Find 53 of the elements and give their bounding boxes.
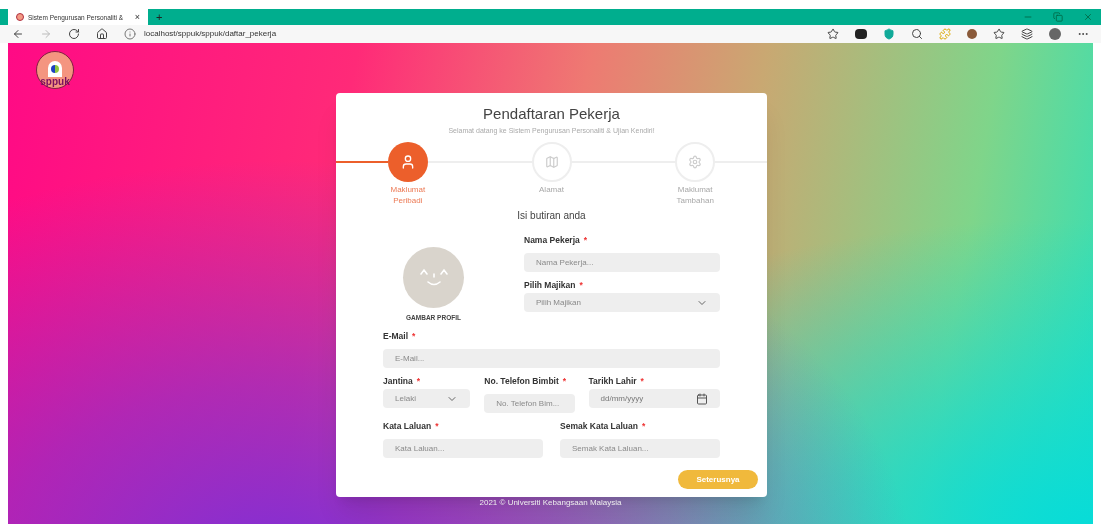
shield-icon[interactable]	[883, 28, 895, 41]
input-field[interactable]: Nama Pekerja...	[524, 253, 720, 273]
required-mark: *	[412, 331, 416, 341]
favorites-list-icon[interactable]	[993, 28, 1005, 41]
home-icon[interactable]	[96, 28, 108, 41]
step-label: Maklumat Peribadi	[389, 184, 427, 207]
calendar-icon	[696, 392, 708, 405]
field-label: No. Telefon Bimbit	[484, 376, 559, 386]
field-label: Jantina	[383, 376, 413, 386]
new-tab-button[interactable]: +	[148, 9, 171, 26]
required-mark: *	[562, 376, 567, 386]
profile-icon[interactable]	[1049, 28, 1061, 41]
required-mark: *	[583, 235, 588, 246]
required-mark: *	[579, 280, 583, 291]
back-icon[interactable]	[12, 28, 24, 41]
field-label: Nama Pekerja	[524, 235, 580, 246]
info-icon	[124, 28, 136, 41]
tab-favicon-icon	[16, 13, 24, 22]
field-label: Semak Kata Laluan	[560, 421, 638, 431]
search-icon[interactable]	[911, 28, 923, 41]
footer-text: 2021 © Universiti Kebangsaan Malaysia	[479, 497, 622, 509]
logo[interactable]: sppuk	[36, 51, 74, 90]
field-label: Kata Laluan	[383, 421, 432, 431]
required-mark: *	[641, 421, 646, 431]
input-field[interactable]: Semak Kata Laluan...	[560, 439, 720, 458]
field-label: Tarikh Lahir	[588, 376, 637, 386]
logo-text: sppuk	[40, 77, 70, 88]
required-mark: *	[435, 421, 439, 431]
select-field[interactable]: Pilih Majikan	[524, 293, 720, 313]
step-label: Alamat	[538, 184, 565, 196]
input-field[interactable]: No. Telefon Bim...	[484, 394, 575, 413]
date-field[interactable]: dd/mm/yyyy	[588, 389, 720, 408]
url-text[interactable]: localhost/sppuk/sppuk/daftar_pekerja	[144, 28, 277, 41]
extension-icon[interactable]	[855, 29, 867, 40]
head-icon	[48, 61, 62, 78]
select-field[interactable]: Lelaki	[383, 389, 471, 408]
step-label: Maklumat Tambahan	[675, 184, 715, 207]
field-label: E-Mail	[383, 331, 409, 341]
collections-icon[interactable]	[1021, 28, 1033, 41]
required-mark: *	[640, 376, 644, 386]
favorite-icon[interactable]	[827, 28, 839, 41]
close-icon[interactable]	[1083, 12, 1093, 23]
field-label: Pilih Majikan	[524, 280, 576, 291]
reload-icon[interactable]	[68, 28, 80, 41]
input-field[interactable]: Kata Laluan...	[383, 439, 543, 458]
section-title: Isi butiran anda	[517, 209, 586, 224]
cookie-icon[interactable]	[967, 29, 977, 40]
card-title: Pendaftaran Pekerja	[483, 104, 620, 125]
required-mark: *	[416, 376, 421, 386]
tab-close[interactable]: ×	[134, 10, 140, 25]
gear-icon	[688, 155, 703, 170]
map-icon	[544, 155, 559, 170]
input-field[interactable]: E-Mail...	[383, 349, 720, 368]
